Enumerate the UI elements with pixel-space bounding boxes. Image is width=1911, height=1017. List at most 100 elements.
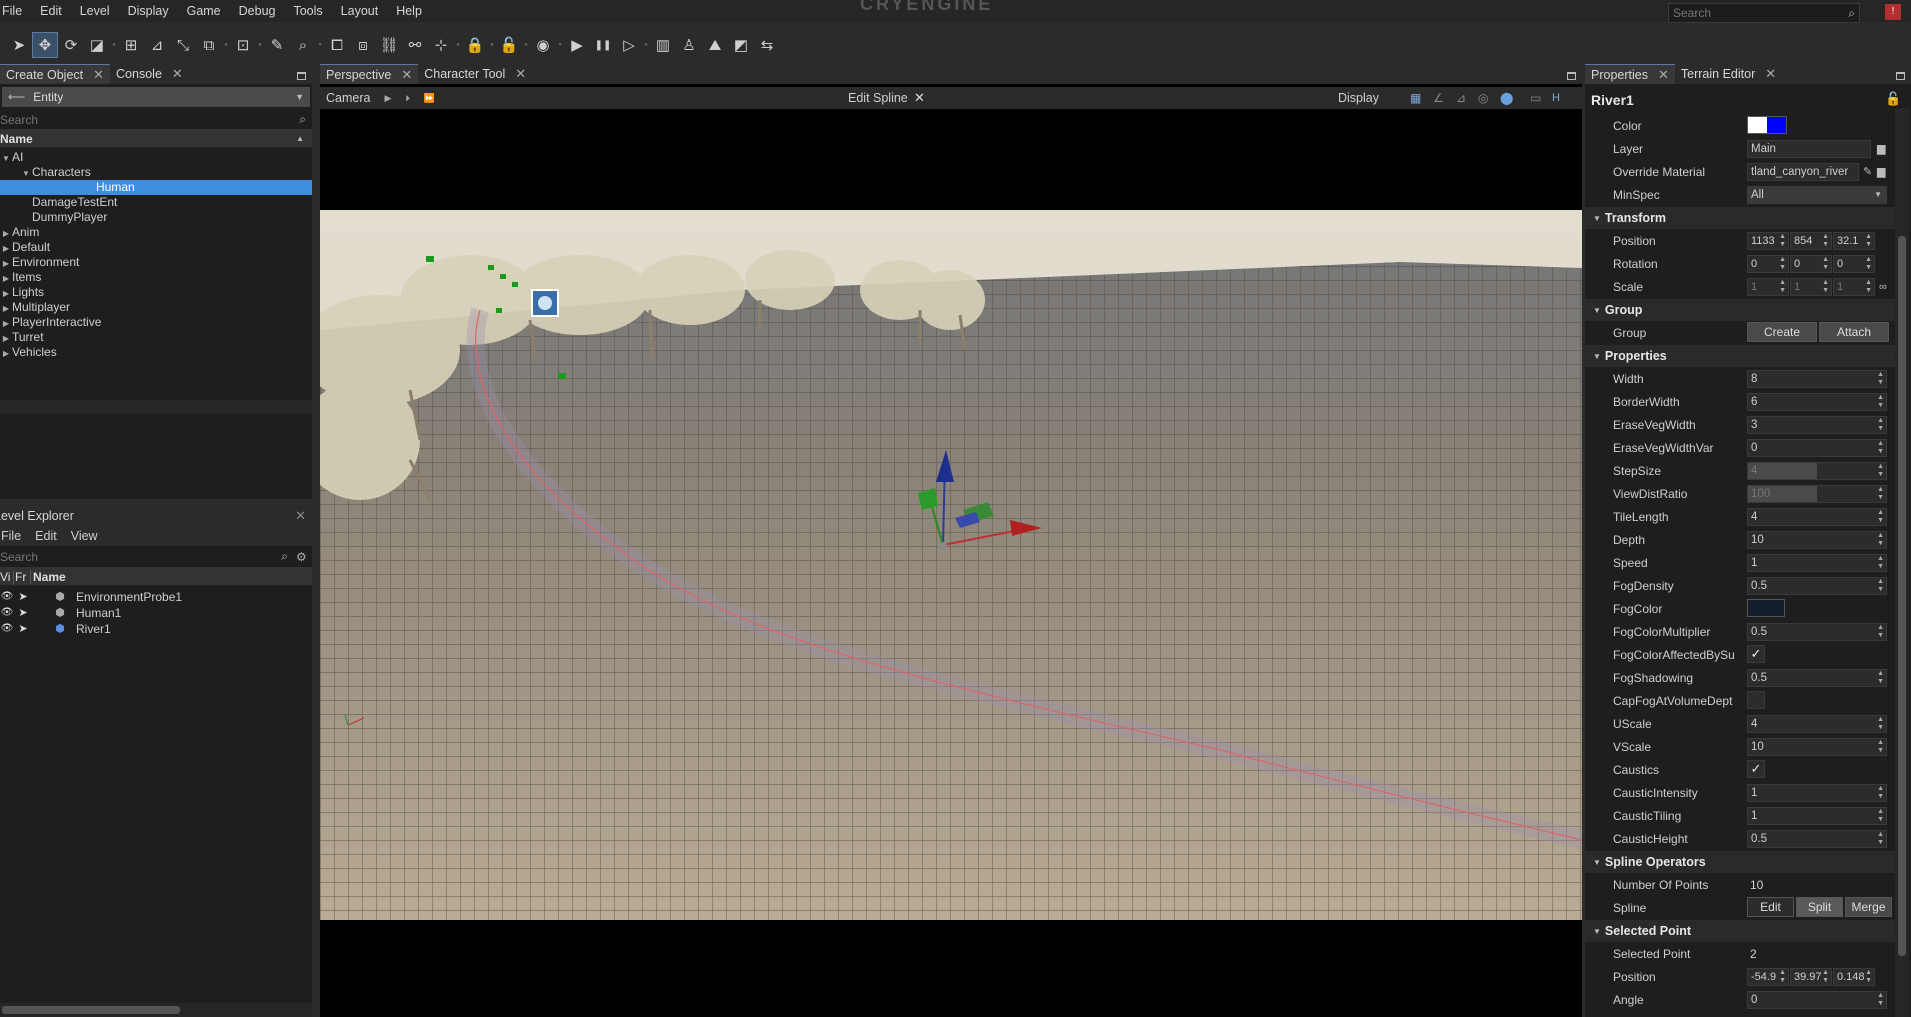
spinner-icon[interactable]: ▲ ▼ — [1877, 371, 1884, 387]
create-search-input[interactable] — [0, 111, 266, 128]
tab-create-object[interactable]: Create Object ✕ — [0, 64, 111, 84]
spinner-icon[interactable]: ▲ ▼ — [1877, 992, 1884, 1008]
eye-icon[interactable]: 👁 — [0, 621, 14, 637]
spinner-icon[interactable]: ▲ ▼ — [1877, 739, 1884, 755]
spinner-icon[interactable]: ▲ ▼ — [1877, 624, 1884, 640]
create-search-box[interactable]: ⌕ — [0, 110, 312, 130]
close-icon[interactable]: ✕ — [914, 90, 925, 106]
prop-value-field[interactable]: 4 ▲ ▼ — [1747, 714, 1887, 733]
prop-value-field[interactable]: 10 ▲ ▼ — [1747, 530, 1887, 549]
scale-snap-icon[interactable]: ⊿ — [1456, 91, 1466, 105]
spinner-icon[interactable]: ▲ ▼ — [1877, 555, 1884, 571]
notification-badge[interactable]: ! — [1885, 4, 1901, 20]
spinner-icon[interactable]: ▲ ▼ — [1877, 831, 1884, 847]
prop-value-field[interactable]: 1 ▲ ▼ — [1747, 553, 1887, 572]
link-scale-icon[interactable]: ∞ — [1879, 281, 1887, 293]
checkbox[interactable]: ✓ — [1747, 760, 1765, 778]
attach-group-button[interactable]: Attach — [1819, 322, 1889, 342]
top-search-input[interactable] — [1669, 5, 1829, 21]
split-spline-button[interactable]: Split — [1796, 897, 1843, 917]
position-field-x[interactable]: 1133 ▲ ▼ — [1747, 231, 1789, 250]
merge-spline-button[interactable]: Merge — [1845, 897, 1892, 917]
camera-icon[interactable]: ◉ — [530, 32, 556, 58]
spinner-icon[interactable]: ▲ ▼ — [1822, 969, 1829, 985]
color-swatch[interactable] — [1747, 116, 1787, 134]
tree-item[interactable]: ▶ Turret — [0, 330, 312, 345]
spinner-icon[interactable]: ▲ ▼ — [1877, 417, 1884, 433]
play-icon[interactable]: ▶ — [564, 32, 590, 58]
material-field[interactable]: tland_canyon_river — [1747, 162, 1859, 181]
close-icon[interactable]: ✕ — [1658, 67, 1669, 83]
tree-item[interactable]: Human — [0, 180, 312, 195]
horizontal-scrollbar[interactable] — [0, 1003, 312, 1017]
grid-icon[interactable]: ▦ — [1410, 91, 1421, 105]
expand-down-icon[interactable]: ▼ — [0, 151, 12, 166]
prop-value-field[interactable]: 0.5 ▲ ▼ — [1747, 622, 1887, 641]
spinner-icon[interactable]: ▲ ▼ — [1877, 486, 1884, 502]
tree-item[interactable]: ▼ AI — [0, 150, 312, 165]
level-object-row[interactable]: 👁 ➤ ⬢ Human1 — [0, 605, 312, 621]
skip-forward-icon[interactable]: ⏩ — [424, 93, 435, 104]
ungroup-icon[interactable]: ⧈ — [350, 32, 376, 58]
expand-right-icon[interactable]: ▶ — [0, 346, 12, 361]
close-icon[interactable]: ✕ — [172, 66, 183, 82]
step-icon[interactable]: ▷ — [616, 32, 642, 58]
paint-icon[interactable]: ✎ — [264, 32, 290, 58]
level-menu-view[interactable]: View — [67, 529, 98, 543]
name-column-header[interactable]: Name ▲ — [0, 130, 312, 148]
prop-value-field[interactable]: 1 ▲ ▼ — [1747, 806, 1887, 825]
splitter[interactable] — [312, 64, 320, 1017]
scrollbar-thumb[interactable] — [2, 1006, 180, 1014]
column-visible[interactable]: Vi — [0, 570, 13, 584]
expand-right-icon[interactable]: ▶ — [0, 316, 12, 331]
rotate-icon[interactable]: ⟳ — [58, 32, 84, 58]
selected-position-field-z[interactable]: 0.148 ▲ ▼ — [1833, 967, 1875, 986]
lock-icon[interactable]: 🔒 — [462, 32, 488, 58]
selected-position-field-x[interactable]: -54.9 ▲ ▼ — [1747, 967, 1789, 986]
expand-right-icon[interactable]: ▶ — [0, 331, 12, 346]
spinner-icon[interactable]: ▲ ▼ — [1877, 440, 1884, 456]
tree-item[interactable]: DamageTestEnt — [0, 195, 312, 210]
tree-item[interactable]: ▶ Anim — [0, 225, 312, 240]
level-search-box[interactable]: ⌕ ⚙ — [0, 546, 312, 568]
pause-icon[interactable]: ❚❚ — [590, 32, 616, 58]
zoom-icon[interactable]: ⌕ — [290, 32, 316, 58]
expand-right-icon[interactable]: ▶ — [0, 256, 12, 271]
fov-icon[interactable]: ▭ — [1530, 91, 1541, 105]
rotation-field-y[interactable]: 0 ▲ ▼ — [1790, 254, 1832, 273]
prop-value-field[interactable]: 4 ▲ ▼ — [1747, 507, 1887, 526]
menu-edit[interactable]: Edit — [31, 0, 71, 22]
minspec-dropdown[interactable]: All ▼ — [1747, 185, 1887, 204]
scale-field-z[interactable]: 1 ▲ ▼ — [1833, 277, 1875, 296]
checkbox[interactable]: ✓ — [1747, 645, 1765, 663]
tree-item[interactable]: ▼ Characters — [0, 165, 312, 180]
expand-down-icon[interactable]: ▼ — [20, 166, 32, 181]
eye-icon[interactable]: 👁 — [0, 605, 14, 621]
tree-item[interactable]: ▶ PlayerInteractive — [0, 315, 312, 330]
scale-icon[interactable]: ◪ — [84, 32, 110, 58]
landscape-icon[interactable]: ◩ — [728, 32, 754, 58]
fog-color-swatch[interactable] — [1747, 599, 1785, 617]
menu-debug[interactable]: Debug — [230, 0, 285, 22]
spinner-icon[interactable]: ▲ ▼ — [1877, 532, 1884, 548]
snap-grid-icon[interactable]: ⊞ — [118, 32, 144, 58]
folder-icon[interactable]: ▆ — [1877, 142, 1885, 155]
prop-value-field[interactable]: 6 ▲ ▼ — [1747, 392, 1887, 411]
selected-position-field-y[interactable]: 39.97 ▲ ▼ — [1790, 967, 1832, 986]
transform-section[interactable]: ▼ Transform — [1585, 207, 1895, 229]
tree-item[interactable]: ▶ Environment — [0, 255, 312, 270]
position-field-y[interactable]: 854 ▲ ▼ — [1790, 231, 1832, 250]
pointer-icon[interactable]: ➤ — [14, 621, 32, 637]
spinner-icon[interactable]: ▲ ▼ — [1877, 716, 1884, 732]
layer-field[interactable]: Main — [1747, 139, 1871, 158]
scale-field-x[interactable]: 1 ▲ ▼ — [1747, 277, 1789, 296]
close-icon[interactable]: ✕ — [295, 508, 306, 524]
level-menu-file[interactable]: File — [0, 529, 21, 543]
menu-layout[interactable]: Layout — [332, 0, 388, 22]
spinner-icon[interactable]: ▲ ▼ — [1822, 256, 1829, 272]
level-object-row[interactable]: 👁 ➤ ⬢ River1 — [0, 621, 312, 637]
close-icon[interactable]: ✕ — [93, 67, 104, 83]
character-icon[interactable]: ♙ — [676, 32, 702, 58]
prop-value-field[interactable]: 10 ▲ ▼ — [1747, 737, 1887, 756]
unlink-icon[interactable]: ⚯ — [402, 32, 428, 58]
